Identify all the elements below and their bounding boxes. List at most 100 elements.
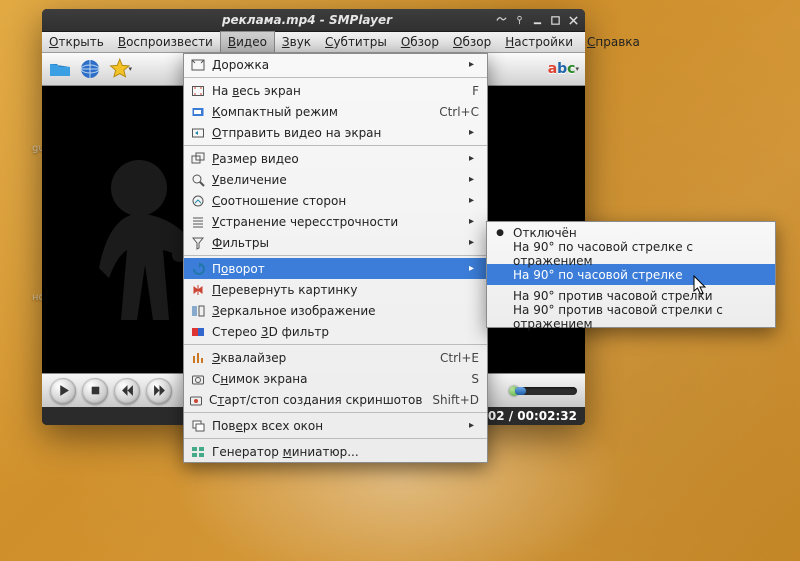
subtitles-abc-icon[interactable]: abc ▾	[548, 57, 579, 81]
menuitem-label: Поворот	[208, 262, 463, 276]
rotate-option-label: На 90° против часовой стрелки	[507, 289, 765, 303]
menuitem-label: Перевернуть картинку	[208, 283, 479, 297]
menuitem-label: Старт/стоп создания скриншотов	[205, 393, 422, 407]
menuitem-label: Компактный режим	[208, 105, 429, 119]
shortcut-label: S	[461, 372, 479, 386]
menuitem-flip[interactable]: Перевернуть картинку	[184, 279, 487, 300]
submenu-arrow-icon: ▸	[469, 127, 479, 138]
integrate-icon[interactable]	[496, 15, 507, 26]
shortcut-label: Shift+D	[422, 393, 479, 407]
menuitem-size[interactable]: Размер видео ▸	[184, 148, 487, 169]
maximize-button[interactable]	[550, 15, 561, 26]
pin-icon[interactable]	[514, 15, 525, 26]
menuitem-fullscreen[interactable]: На весь экранF	[184, 80, 487, 101]
menuitem-scrcapture[interactable]: Старт/стоп создания скриншотовShift+D	[184, 389, 487, 410]
deinterlace-icon	[188, 215, 208, 229]
menu-separator	[184, 77, 487, 78]
ontop-icon	[188, 419, 208, 433]
menuitem-thumbs[interactable]: Генератор миниатюр...	[184, 441, 487, 462]
submenu-arrow-icon: ▸	[469, 153, 479, 164]
stop-button[interactable]	[82, 378, 108, 404]
menu-справка[interactable]: Справка	[580, 32, 647, 52]
menuitem-mirror[interactable]: Зеркальное изображение	[184, 300, 487, 321]
menuitem-label: Снимок экрана	[208, 372, 461, 386]
menu-separator	[184, 255, 487, 256]
titlebar[interactable]: реклама.mp4 - SMPlayer	[42, 9, 585, 32]
rotate-option[interactable]: На 90° по часовой стрелке с отражением	[487, 243, 775, 264]
menuitem-label: Дорожка	[208, 58, 463, 72]
menuitem-label: На весь экран	[208, 84, 462, 98]
zoom-icon	[188, 173, 208, 187]
submenu-arrow-icon: ▸	[469, 59, 479, 70]
rotate-option[interactable]: На 90° по часовой стрелке	[487, 264, 775, 285]
prev-button[interactable]	[114, 378, 140, 404]
track-icon	[188, 58, 208, 72]
globe-icon[interactable]	[78, 57, 102, 81]
menu-видео[interactable]: Видео	[220, 31, 275, 52]
compact-icon	[188, 105, 208, 119]
submenu-arrow-icon: ▸	[469, 195, 479, 206]
menuitem-label: Устранение чересстрочности	[208, 215, 463, 229]
shortcut-label: F	[462, 84, 479, 98]
rotate-option-label: На 90° по часовой стрелке	[507, 268, 765, 282]
menuitem-equalizer[interactable]: ЭквалайзерCtrl+E	[184, 347, 487, 368]
thumbs-icon	[188, 445, 208, 459]
volume-slider[interactable]	[515, 387, 577, 395]
menuitem-label: Стерео 3D фильтр	[208, 325, 479, 339]
rotate-icon	[188, 262, 208, 276]
menuitem-stereo3d[interactable]: Стерео 3D фильтр	[184, 321, 487, 342]
stereo3d-icon	[188, 325, 208, 339]
rotate-option-label: На 90° против часовой стрелки с отражени…	[507, 303, 765, 331]
menuitem-label: Поверх всех окон	[208, 419, 463, 433]
menu-субтитры[interactable]: Субтитры	[318, 32, 394, 52]
menuitem-send-screen[interactable]: Отправить видео на экран ▸	[184, 122, 487, 143]
menuitem-filters[interactable]: Фильтры ▸	[184, 232, 487, 253]
send-screen-icon	[188, 126, 208, 140]
flip-icon	[188, 283, 208, 297]
close-button[interactable]	[568, 15, 579, 26]
menuitem-compact[interactable]: Компактный режимCtrl+C	[184, 101, 487, 122]
volume-fill	[515, 387, 526, 395]
menuitem-label: Генератор миниатюр...	[208, 445, 479, 459]
menu-separator	[184, 438, 487, 439]
menuitem-ontop[interactable]: Поверх всех окон ▸	[184, 415, 487, 436]
size-icon	[188, 152, 208, 166]
open-folder-icon[interactable]	[48, 57, 72, 81]
menu-воспроизвести[interactable]: Воспроизвести	[111, 32, 220, 52]
menuitem-track[interactable]: Дорожка ▸	[184, 54, 487, 75]
menuitem-zoom[interactable]: Увеличение ▸	[184, 169, 487, 190]
menuitem-label: Эквалайзер	[208, 351, 430, 365]
menu-обзор[interactable]: Обзор	[394, 32, 446, 52]
menuitem-label: Фильтры	[208, 236, 463, 250]
submenu-arrow-icon: ▸	[469, 237, 479, 248]
menuitem-deinterlace[interactable]: Устранение чересстрочности▸	[184, 211, 487, 232]
menuitem-aspect[interactable]: Соотношение сторон ▸	[184, 190, 487, 211]
filters-icon	[188, 236, 208, 250]
menu-separator	[184, 412, 487, 413]
minimize-button[interactable]	[532, 15, 543, 26]
rotate-option-label: Отключён	[507, 226, 765, 240]
menuitem-label: Увеличение	[208, 173, 463, 187]
menuitem-label: Отправить видео на экран	[208, 126, 463, 140]
submenu-rotate: ●Отключён На 90° по часовой стрелке с отр…	[486, 221, 776, 328]
next-button[interactable]	[146, 378, 172, 404]
menu-separator	[184, 344, 487, 345]
menu-открыть[interactable]: Открыть	[42, 32, 111, 52]
fullscreen-icon	[188, 84, 208, 98]
submenu-arrow-icon: ▸	[469, 420, 479, 431]
menu-обзор[interactable]: Обзор	[446, 32, 498, 52]
submenu-arrow-icon: ▸	[469, 174, 479, 185]
shortcut-label: Ctrl+E	[430, 351, 479, 365]
menu-звук[interactable]: Звук	[275, 32, 318, 52]
menuitem-label: Соотношение сторон	[208, 194, 463, 208]
menuitem-label: Размер видео	[208, 152, 463, 166]
menu-настройки[interactable]: Настройки	[498, 32, 580, 52]
equalizer-icon	[188, 351, 208, 365]
submenu-arrow-icon: ▸	[469, 263, 479, 274]
rotate-option[interactable]: На 90° против часовой стрелки с отражени…	[487, 306, 775, 327]
menuitem-screenshot[interactable]: Снимок экранаS	[184, 368, 487, 389]
radio-indicator: ●	[493, 228, 507, 238]
menuitem-rotate[interactable]: Поворот ▸	[184, 258, 487, 279]
play-button[interactable]	[50, 378, 76, 404]
favorites-star-icon[interactable]: ▾	[108, 57, 132, 81]
